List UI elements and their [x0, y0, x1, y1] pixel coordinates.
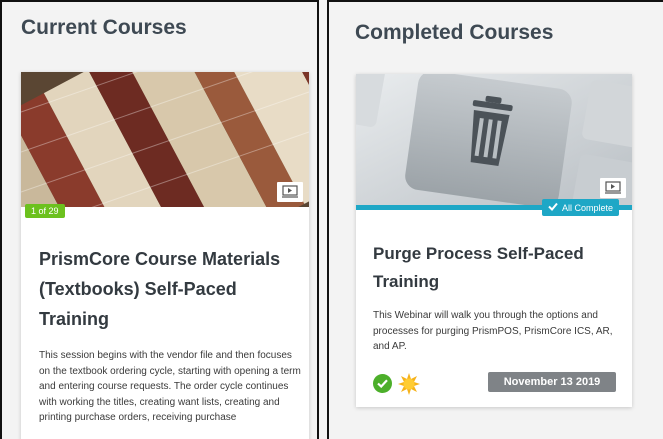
progress-badge: 1 of 29: [25, 204, 65, 218]
presentation-icon: [600, 178, 626, 198]
completion-date-badge: November 13 2019: [488, 372, 616, 392]
current-courses-heading: Current Courses: [21, 16, 187, 39]
completed-courses-heading: Completed Courses: [355, 21, 554, 44]
books-image: [21, 72, 309, 207]
course-title[interactable]: PrismCore Course Materials (Textbooks) S…: [39, 244, 301, 334]
course-description: This session begins with the vendor file…: [39, 350, 301, 423]
sun-badge-icon: [398, 373, 420, 395]
completed-courses-panel: Completed Courses All Complete Purge Pro…: [327, 0, 663, 439]
current-course-card[interactable]: 1 of 29 PrismCore Course Materials (Text…: [21, 72, 309, 439]
all-complete-badge: All Complete: [542, 199, 620, 216]
presentation-icon: [277, 182, 303, 202]
check-circle-icon: [373, 374, 392, 393]
trash-key-thumbnail: [356, 74, 632, 207]
checkmark-icon: [548, 202, 558, 213]
course-description: This Webinar will walk you through the o…: [373, 310, 613, 352]
course-title[interactable]: Purge Process Self-Paced Training: [373, 240, 623, 296]
current-courses-panel: Current Courses 1 of 29 PrismCore Course…: [0, 0, 319, 439]
all-complete-label: All Complete: [562, 202, 614, 213]
completed-course-card[interactable]: All Complete Purge Process Self-Paced Tr…: [356, 74, 632, 407]
trash-key-image: [356, 74, 632, 207]
books-thumbnail: [21, 72, 309, 207]
